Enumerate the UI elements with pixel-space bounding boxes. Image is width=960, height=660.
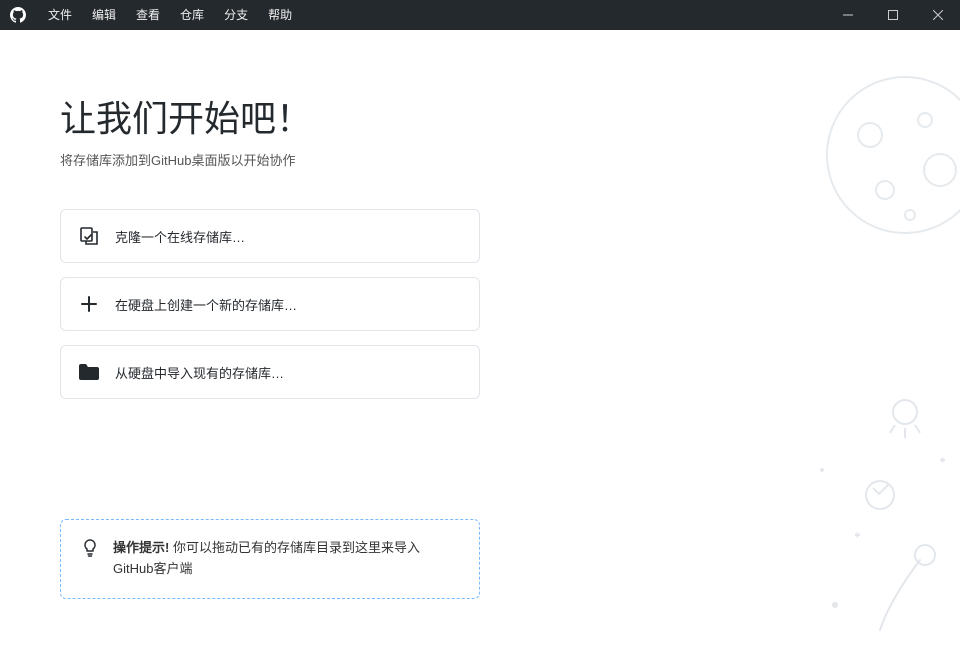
tip-text: 操作提示! 你可以拖动已有的存储库目录到这里来导入GitHub客户端 bbox=[113, 538, 459, 580]
clone-repo-label: 克隆一个在线存储库… bbox=[115, 227, 245, 246]
add-repo-label: 从硬盘中导入现有的存储库… bbox=[115, 363, 284, 382]
create-repo-button[interactable]: 在硬盘上创建一个新的存储库… bbox=[60, 277, 480, 331]
menu-repository[interactable]: 仓库 bbox=[170, 0, 214, 30]
menu-branch[interactable]: 分支 bbox=[214, 0, 258, 30]
close-button[interactable] bbox=[915, 0, 960, 30]
menu-bar: 文件 编辑 查看 仓库 分支 帮助 bbox=[38, 0, 302, 30]
menu-file[interactable]: 文件 bbox=[38, 0, 82, 30]
menu-help[interactable]: 帮助 bbox=[258, 0, 302, 30]
space-decoration-icon bbox=[760, 360, 960, 660]
folder-icon bbox=[79, 362, 99, 382]
tip-box: 操作提示! 你可以拖动已有的存储库目录到这里来导入GitHub客户端 bbox=[60, 519, 480, 599]
clone-icon bbox=[79, 226, 99, 246]
github-logo-icon bbox=[10, 7, 26, 23]
actions-list: 克隆一个在线存储库… 在硬盘上创建一个新的存储库… 从硬盘中导入现有的存储库… bbox=[60, 209, 480, 399]
tip-bold: 操作提示! bbox=[113, 540, 169, 555]
moon-illustration-icon bbox=[820, 70, 960, 240]
minimize-button[interactable] bbox=[825, 0, 870, 30]
titlebar: 文件 编辑 查看 仓库 分支 帮助 bbox=[0, 0, 960, 30]
create-repo-label: 在硬盘上创建一个新的存储库… bbox=[115, 295, 297, 314]
add-repo-button[interactable]: 从硬盘中导入现有的存储库… bbox=[60, 345, 480, 399]
lightbulb-icon bbox=[81, 539, 99, 580]
plus-icon bbox=[79, 294, 99, 314]
clone-repo-button[interactable]: 克隆一个在线存储库… bbox=[60, 209, 480, 263]
content: 让我们开始吧！ 将存储库添加到GitHub桌面版以开始协作 克隆一个在线存储库…… bbox=[0, 30, 960, 660]
menu-edit[interactable]: 编辑 bbox=[82, 0, 126, 30]
window-controls bbox=[825, 0, 960, 30]
menu-view[interactable]: 查看 bbox=[126, 0, 170, 30]
maximize-button[interactable] bbox=[870, 0, 915, 30]
